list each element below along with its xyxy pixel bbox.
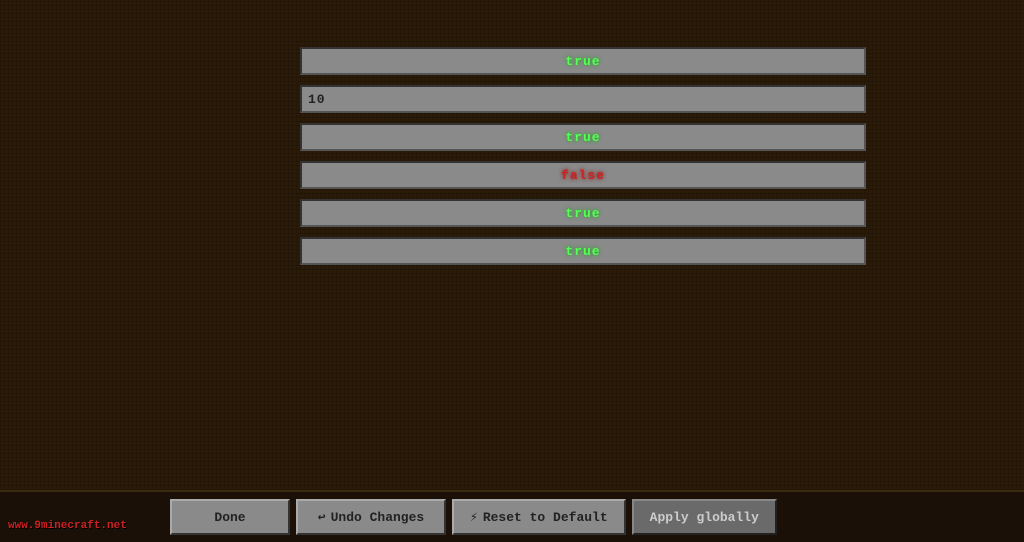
watermark-text: www.9minecraft.net — [8, 520, 127, 532]
reset-button[interactable]: ⚡ Reset to Default — [452, 499, 626, 535]
config-value-text-frontKeyToggleMode: false — [561, 168, 605, 183]
config-value-box-nimbleMounting[interactable]: true — [300, 237, 866, 265]
undo-icon: ↩ — [318, 510, 326, 525]
config-value-box-frontKeyToggleMode[interactable]: false — [300, 161, 866, 189]
background — [0, 0, 1024, 542]
config-value-text-elytraRollScreen: true — [565, 54, 600, 69]
config-value-box-elytraTickDelay[interactable]: 10 — [300, 85, 866, 113]
config-value-text-elytraTickDelay: 10 — [308, 92, 326, 107]
reset-label: Reset to Default — [483, 510, 608, 525]
config-value-text-nimbleElytra: true — [565, 206, 600, 221]
done-button[interactable]: Done — [170, 499, 290, 535]
config-value-text-enable: true — [565, 130, 600, 145]
undo-label: Undo Changes — [331, 510, 425, 525]
config-value-box-nimbleElytra[interactable]: true — [300, 199, 866, 227]
reset-icon: ⚡ — [470, 510, 478, 525]
config-value-box-enable[interactable]: true — [300, 123, 866, 151]
bottom-toolbar: Done ↩ Undo Changes ⚡ Reset to Default A… — [0, 490, 1024, 542]
config-value-text-nimbleMounting: true — [565, 244, 600, 259]
apply-globally-button[interactable]: Apply globally — [632, 499, 777, 535]
undo-button[interactable]: ↩ Undo Changes — [296, 499, 446, 535]
config-value-box-elytraRollScreen[interactable]: true — [300, 47, 866, 75]
